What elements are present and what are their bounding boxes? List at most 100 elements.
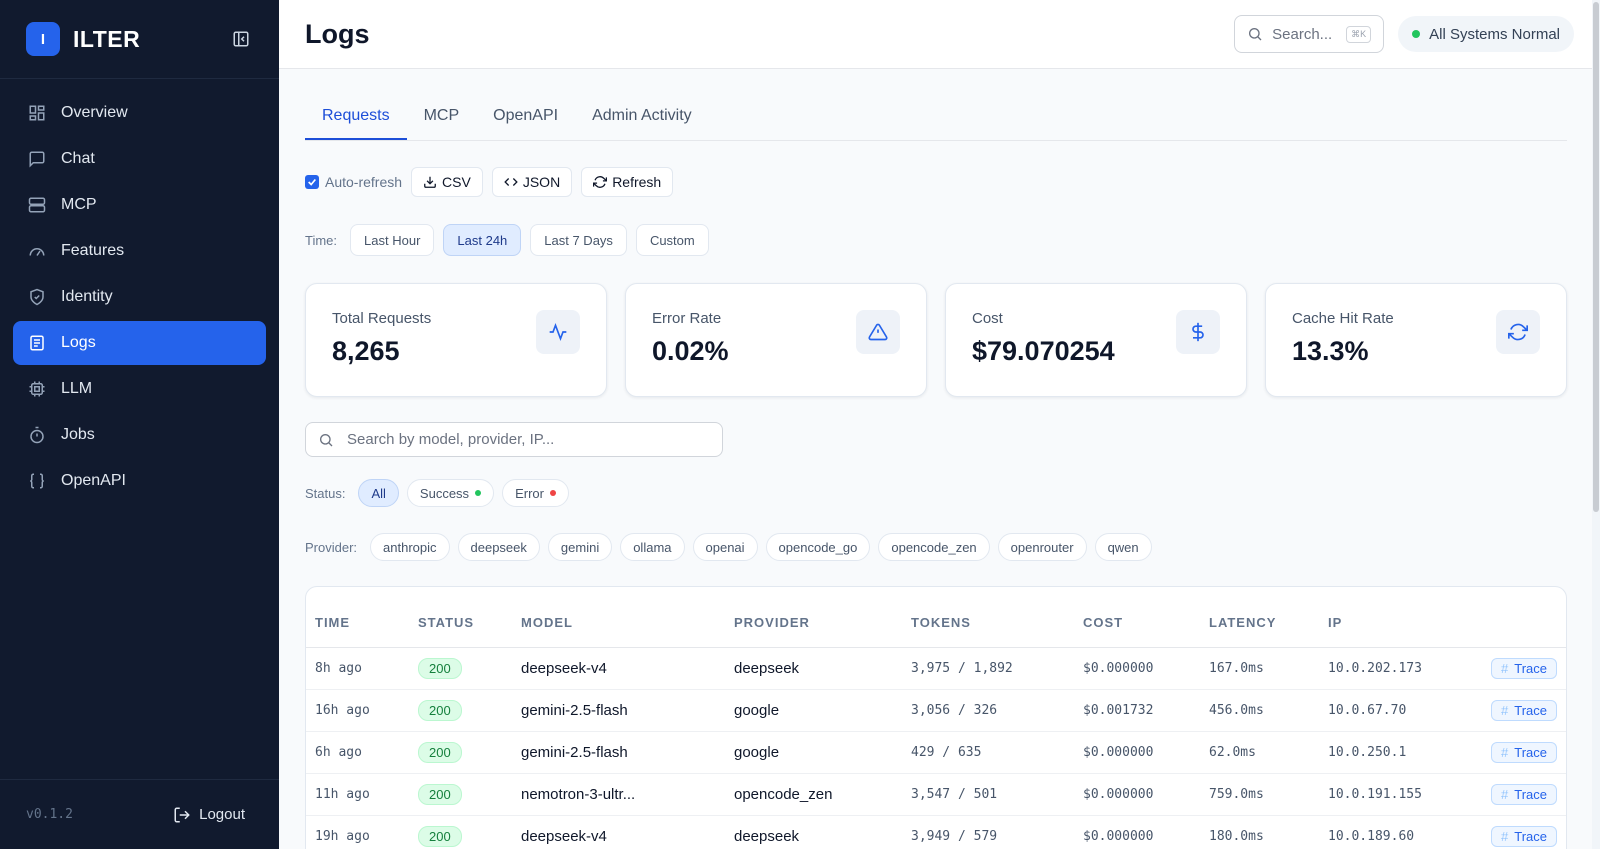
cell-ip: 10.0.189.60 bbox=[1319, 815, 1479, 849]
cell-tokens: 3,056 / 326 bbox=[902, 689, 1074, 732]
tabs: Requests MCP OpenAPI Admin Activity bbox=[305, 101, 1567, 141]
status-option-success[interactable]: Success bbox=[406, 479, 495, 507]
refresh-button[interactable]: Refresh bbox=[581, 167, 674, 197]
auto-refresh-checkbox[interactable] bbox=[305, 175, 319, 189]
hash-icon: # bbox=[1501, 828, 1509, 844]
log-search-input[interactable]: Search by model, provider, IP... bbox=[305, 422, 723, 457]
cell-status: 200 bbox=[409, 815, 512, 849]
global-search-input[interactable]: Search... ⌘K bbox=[1234, 15, 1385, 53]
code-icon bbox=[504, 175, 518, 189]
trace-button[interactable]: # Trace bbox=[1491, 657, 1557, 679]
brand-name[interactable]: ILTER bbox=[73, 26, 140, 53]
trace-label: Trace bbox=[1514, 828, 1547, 844]
time-option-last-24h[interactable]: Last 24h bbox=[443, 224, 522, 256]
time-option-custom[interactable]: Custom bbox=[635, 224, 709, 256]
sidebar-item-identity[interactable]: Identity bbox=[13, 275, 266, 319]
cell-actions: # Trace bbox=[1479, 689, 1566, 732]
sidebar-item-label: Jobs bbox=[61, 426, 95, 443]
export-json-button[interactable]: JSON bbox=[491, 167, 573, 197]
tab-mcp[interactable]: MCP bbox=[407, 101, 477, 140]
sidebar-item-label: Overview bbox=[61, 104, 128, 121]
tab-requests[interactable]: Requests bbox=[305, 101, 407, 140]
sidebar-item-label: Identity bbox=[61, 288, 113, 305]
sidebar-item-overview[interactable]: Overview bbox=[13, 91, 266, 135]
column-header-latency[interactable]: LATENCY bbox=[1200, 587, 1319, 648]
trace-label: Trace bbox=[1514, 786, 1547, 802]
chat-icon bbox=[27, 149, 47, 169]
success-dot-icon bbox=[475, 490, 482, 496]
column-header-provider[interactable]: PROVIDER bbox=[725, 587, 902, 648]
cell-cost: $0.000000 bbox=[1074, 773, 1200, 816]
sidebar-footer: v0.1.2 Logout bbox=[0, 779, 279, 849]
sidebar-item-features[interactable]: Features bbox=[13, 229, 266, 273]
brand-logo[interactable]: I bbox=[26, 22, 60, 56]
system-status-badge[interactable]: All Systems Normal bbox=[1398, 16, 1574, 52]
provider-option-openrouter[interactable]: openrouter bbox=[997, 533, 1087, 561]
document-icon bbox=[27, 333, 47, 353]
table-header-row: TIME STATUS MODEL PROVIDER TOKENS COST L… bbox=[306, 587, 1566, 648]
cell-status: 200 bbox=[409, 773, 512, 816]
stats-cards: Total Requests 8,265 Error Rate 0.02% Co… bbox=[305, 283, 1574, 397]
status-option-error[interactable]: Error bbox=[502, 479, 569, 507]
table-row[interactable]: 11h ago 200 nemotron-3-ultr... opencode_… bbox=[306, 773, 1566, 816]
tab-openapi[interactable]: OpenAPI bbox=[476, 101, 575, 140]
cell-provider: google bbox=[725, 731, 902, 774]
provider-filter-label: Provider: bbox=[305, 539, 358, 555]
sidebar-item-chat[interactable]: Chat bbox=[13, 137, 266, 181]
column-header-model[interactable]: MODEL bbox=[512, 587, 725, 648]
status-option-label: Error bbox=[515, 485, 544, 501]
page-scrollbar[interactable] bbox=[1592, 0, 1600, 849]
search-icon bbox=[1247, 26, 1263, 42]
cell-actions: # Trace bbox=[1479, 815, 1566, 849]
provider-option-opencode-zen[interactable]: opencode_zen bbox=[878, 533, 990, 561]
cell-model: gemini-2.5-flash bbox=[512, 731, 725, 774]
column-header-time[interactable]: TIME bbox=[306, 587, 409, 648]
provider-option-opencode-go[interactable]: opencode_go bbox=[765, 533, 871, 561]
refresh-icon bbox=[1496, 310, 1540, 354]
refresh-label: Refresh bbox=[612, 174, 662, 190]
export-csv-button[interactable]: CSV bbox=[411, 167, 483, 197]
status-badge: 200 bbox=[418, 657, 462, 679]
provider-option-gemini[interactable]: gemini bbox=[547, 533, 613, 561]
tab-admin-activity[interactable]: Admin Activity bbox=[575, 101, 709, 140]
status-dot-icon bbox=[1412, 30, 1421, 38]
status-filter: Status: All Success Error bbox=[305, 478, 1574, 508]
column-header-ip[interactable]: IP bbox=[1319, 587, 1479, 648]
main-area: Logs Search... ⌘K All Systems Normal Req… bbox=[279, 0, 1600, 849]
cell-model: gemini-2.5-flash bbox=[512, 689, 725, 732]
sidebar-item-label: MCP bbox=[61, 196, 97, 213]
sidebar-collapse-icon[interactable] bbox=[229, 27, 253, 51]
time-option-last-7-days[interactable]: Last 7 Days bbox=[530, 224, 627, 256]
sidebar-item-openapi[interactable]: OpenAPI bbox=[13, 459, 266, 503]
status-option-all[interactable]: All bbox=[358, 479, 399, 507]
provider-option-ollama[interactable]: ollama bbox=[620, 533, 685, 561]
provider-option-deepseek[interactable]: deepseek bbox=[457, 533, 540, 561]
trace-button[interactable]: # Trace bbox=[1491, 741, 1557, 763]
sidebar-item-mcp[interactable]: MCP bbox=[13, 183, 266, 227]
column-header-status[interactable]: STATUS bbox=[409, 587, 512, 648]
cell-status: 200 bbox=[409, 689, 512, 732]
sidebar-item-logs[interactable]: Logs bbox=[13, 321, 266, 365]
trace-button[interactable]: # Trace bbox=[1491, 825, 1557, 847]
provider-option-qwen[interactable]: qwen bbox=[1094, 533, 1152, 561]
csv-label: CSV bbox=[442, 174, 471, 190]
logout-button[interactable]: Logout bbox=[173, 806, 245, 824]
scrollbar-thumb[interactable] bbox=[1593, 2, 1599, 512]
provider-option-openai[interactable]: openai bbox=[692, 533, 758, 561]
column-header-cost[interactable]: COST bbox=[1074, 587, 1200, 648]
sidebar-item-llm[interactable]: LLM bbox=[13, 367, 266, 411]
cell-time: 6h ago bbox=[306, 731, 409, 774]
provider-option-anthropic[interactable]: anthropic bbox=[370, 533, 450, 561]
trace-button[interactable]: # Trace bbox=[1491, 783, 1557, 805]
time-option-last-hour[interactable]: Last Hour bbox=[350, 224, 435, 256]
table-row[interactable]: 19h ago 200 deepseek-v4 deepseek 3,949 /… bbox=[306, 815, 1566, 849]
cell-time: 11h ago bbox=[306, 773, 409, 816]
table-row[interactable]: 16h ago 200 gemini-2.5-flash google 3,05… bbox=[306, 689, 1566, 732]
cell-latency: 167.0ms bbox=[1200, 647, 1319, 690]
column-header-tokens[interactable]: TOKENS bbox=[902, 587, 1074, 648]
table-row[interactable]: 8h ago 200 deepseek-v4 deepseek 3,975 / … bbox=[306, 647, 1566, 690]
table-row[interactable]: 6h ago 200 gemini-2.5-flash google 429 /… bbox=[306, 731, 1566, 774]
cell-cost: $0.000000 bbox=[1074, 815, 1200, 849]
trace-button[interactable]: # Trace bbox=[1491, 699, 1557, 721]
sidebar-item-jobs[interactable]: Jobs bbox=[13, 413, 266, 457]
